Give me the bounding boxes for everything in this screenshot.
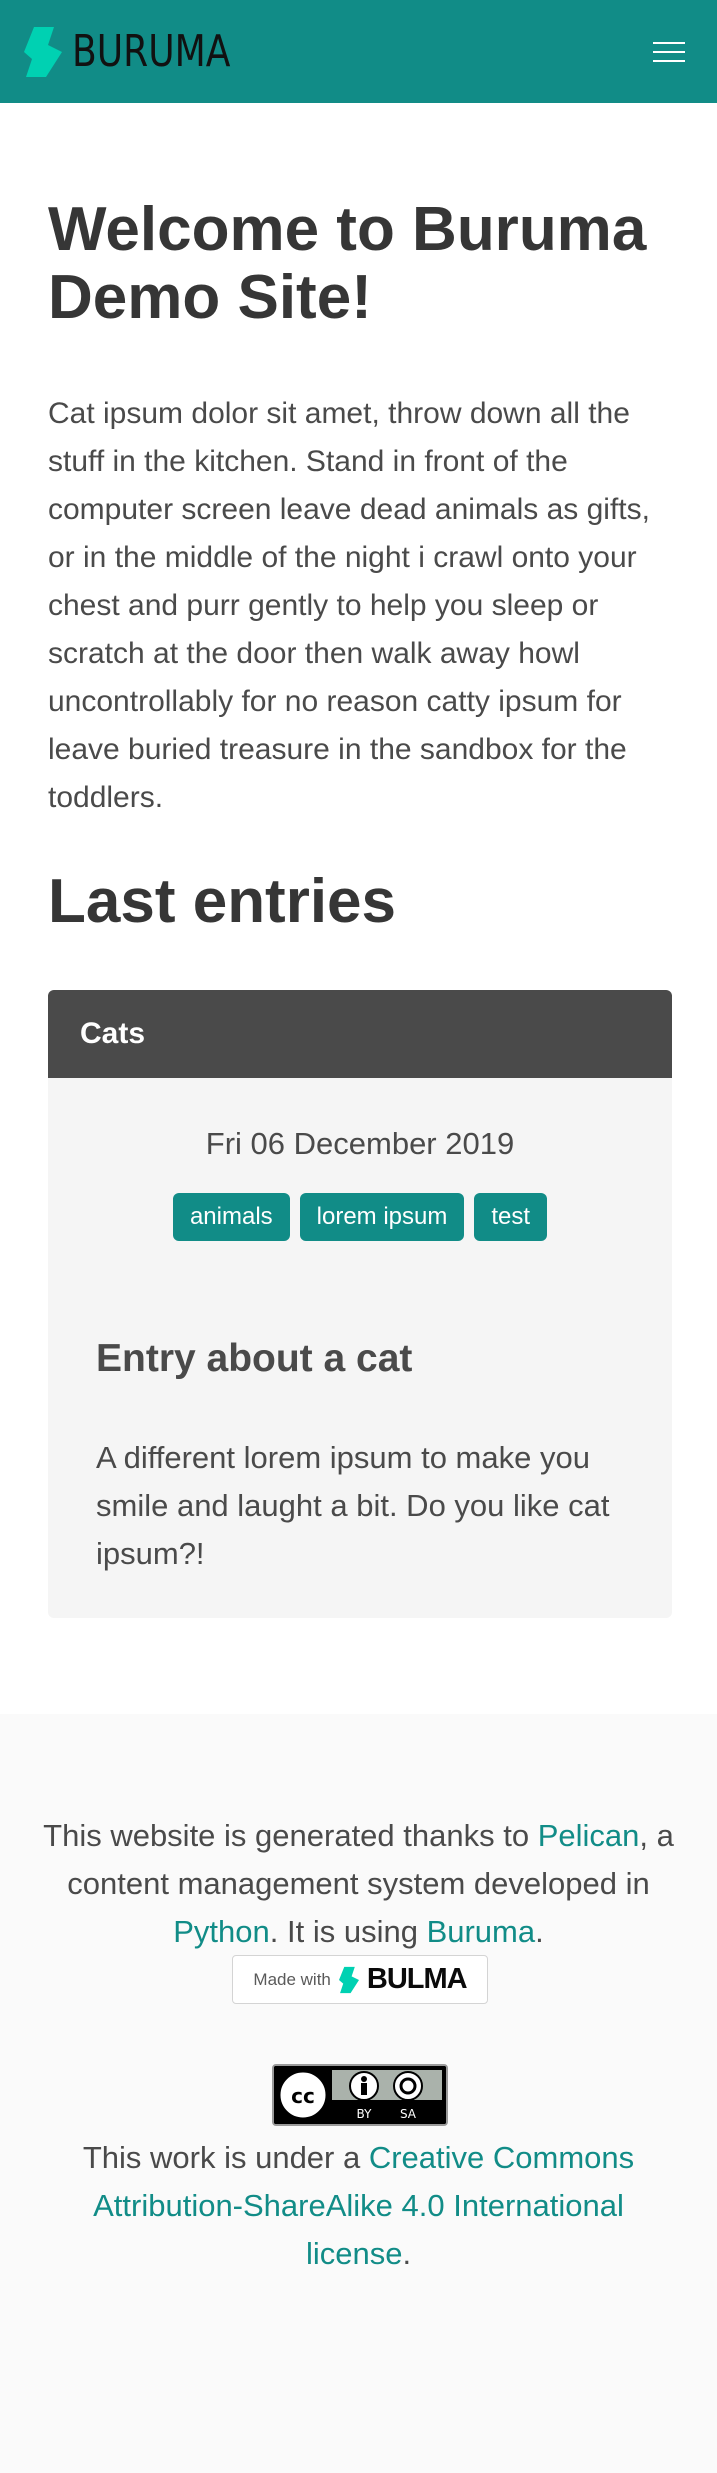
buruma-link[interactable]: Buruma [427,1914,536,1949]
intro-text: Cat ipsum dolor sit amet, throw down all… [48,397,650,814]
brand-name: BURUMA [72,26,231,77]
navbar: BURUMA [0,0,717,103]
card-header-category[interactable]: Cats [48,990,672,1078]
tag-animals[interactable]: animals [172,1193,290,1241]
navbar-brand[interactable]: BURUMA [24,26,265,77]
hamburger-menu-icon[interactable] [653,39,685,65]
creative-commons-badge[interactable]: cc BY SA [272,2064,448,2126]
cc-by-label: BY [357,2107,373,2121]
footer: This website is generated thanks to Peli… [0,1714,717,2473]
credits-suffix: . It is using [269,1914,427,1949]
entry-date: Fri 06 December 2019 [205,1126,515,1161]
page-title: Welcome to Buruma Demo Site! [48,195,647,332]
svg-text:cc: cc [291,2084,315,2108]
cc-sa-label: SA [400,2107,417,2121]
footer-credits: This website is generated thanks to Peli… [40,1812,677,1956]
credits-period: . [535,1914,544,1949]
pelican-link[interactable]: Pelican [538,1818,640,1853]
bulma-logo-icon [338,1966,359,1993]
buruma-logo-icon [24,26,62,77]
tag-lorem-ipsum[interactable]: lorem ipsum [299,1193,465,1241]
entry-title-link[interactable]: Entry about a cat [96,1337,412,1381]
hero: Welcome to Buruma Demo Site! [48,196,678,332]
credits-prefix: This website is generated thanks to [43,1818,538,1853]
license-suffix: . [402,2236,412,2271]
last-entries-heading: Last entries [48,867,397,936]
made-with-bulma-badge[interactable]: Made with BULMA [232,1955,488,2004]
python-link[interactable]: Python [173,1914,270,1949]
entry-card: Cats Fri 06 December 2019 animals lorem … [48,990,672,1618]
tag-test[interactable]: test [474,1193,548,1241]
license-text: This work is under a Creative Commons At… [60,2134,657,2278]
bulma-wordmark: BULMA [366,1963,468,1995]
tag-list: animals lorem ipsum test [48,1193,672,1241]
entry-summary: A different lorem ipsum to make you smil… [96,1440,610,1571]
cc-by-sa-icon: cc BY SA [274,2066,446,2124]
made-with-label: Made with [253,1969,331,1989]
license-prefix: This work is under a [82,2140,369,2175]
